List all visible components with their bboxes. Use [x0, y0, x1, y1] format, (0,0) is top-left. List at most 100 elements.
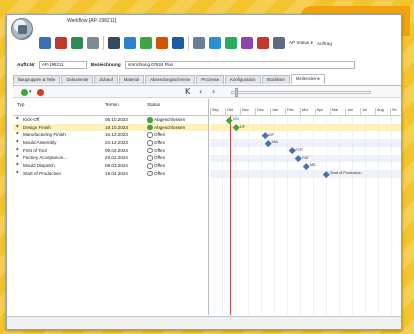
milestone-table: Typ Termin Status ✦ Kick-Off 05.10.2023 Abg… — [13, 99, 209, 315]
save-icon[interactable] — [39, 37, 51, 49]
chart-icon[interactable] — [140, 37, 152, 49]
month-label: Dez — [255, 108, 270, 116]
help-icon[interactable] — [241, 37, 253, 49]
milestone-date: 19.04.2024 — [105, 170, 128, 176]
tab-dokumente[interactable]: Dokumente — [61, 75, 94, 84]
calendar-icon[interactable] — [172, 37, 184, 49]
check-circle-icon — [147, 124, 153, 131]
milestone-date: 08.03.2024 — [105, 163, 128, 169]
gantt-chart: Sep Okt Nov Dez Jan Feb Mrz Apr Mai Jun Jul Aug Se K… — [210, 99, 401, 315]
gantt-row — [210, 131, 401, 139]
grid-icon[interactable] — [193, 37, 205, 49]
month-label: Okt — [225, 108, 240, 116]
milestone-pin-icon: ✦ — [15, 123, 20, 130]
refresh-icon[interactable] — [225, 37, 237, 49]
column-header-status[interactable]: Status — [147, 102, 160, 107]
order-header: Auftr.Nr AP-198211 Bezeichnung Vorrichtu… — [7, 59, 401, 71]
month-label: Sep — [210, 108, 225, 116]
milestone-label: MA — [272, 140, 278, 145]
milestone-label: FOT — [295, 147, 304, 152]
timeline-scroll-track[interactable] — [231, 91, 371, 94]
month-header: Sep Okt Nov Dez Jan Feb Mrz Apr Mai Jun Jul Aug Se — [210, 99, 401, 116]
milestone-status: Abgeschlossen — [154, 124, 186, 130]
edit-icon[interactable] — [55, 37, 67, 49]
table-row[interactable]: ✦ Mould Dispatch 08.03.2024 Offen — [13, 162, 208, 170]
delete-icon[interactable] — [156, 37, 168, 49]
table-row[interactable]: ✦ Design Finish 19.10.2023 Abgeschlossen — [13, 123, 208, 132]
toolbar-separator — [103, 36, 104, 50]
month-label: Mrz — [300, 108, 315, 116]
tab-zubauf[interactable]: Zubauf — [94, 75, 118, 84]
tab-meilensteine[interactable]: Meilensteine — [290, 74, 326, 84]
order-dropdown[interactable]: Auftrag — [317, 41, 332, 46]
copy-icon[interactable] — [71, 37, 83, 49]
gantt-rows: KO DF MF MA FOT FAT MD Start of Production — [210, 116, 401, 315]
milestone-status: Offen — [154, 155, 166, 161]
delete-milestone-icon[interactable] — [37, 89, 44, 96]
tab-absendungsschreine[interactable]: Absendungsschreine — [145, 75, 196, 84]
open-circle-icon — [147, 140, 153, 146]
month-label: Feb — [285, 108, 300, 116]
milestone-label: FAT — [302, 155, 309, 160]
milestone-name: Design Finish — [23, 124, 51, 130]
table-header: Typ Termin Status — [13, 99, 208, 116]
milestone-pin-icon: ✦ — [15, 116, 20, 122]
table-row[interactable]: ✦ Manufacturing Finish 15.12.2023 Offen — [13, 131, 208, 139]
ap-status-dropdown[interactable]: AP Status ▾ — [289, 40, 313, 46]
milestone-date: 23.02.2024 — [105, 155, 128, 161]
chevron-down-icon[interactable]: ▾ — [29, 89, 32, 95]
tab-bar: Baugruppen & Teile Dokumente Zubauf Materia… — [13, 74, 401, 84]
month-label: Mai — [330, 108, 345, 116]
filter-icon[interactable] — [124, 37, 136, 49]
milestone-name: Start of Production — [23, 170, 62, 176]
print-icon[interactable] — [108, 37, 120, 49]
month-label: Nov — [240, 108, 255, 116]
milestone-date: 09.02.2024 — [105, 147, 128, 153]
first-page-icon[interactable]: K — [185, 87, 190, 96]
previous-icon[interactable]: ‹ — [199, 87, 202, 96]
next-icon[interactable]: › — [212, 87, 215, 96]
milestone-date: 19.10.2023 — [105, 124, 128, 130]
open-circle-icon — [147, 163, 153, 169]
column-header-date[interactable]: Termin — [105, 102, 119, 107]
milestone-subtoolbar: ▾ K ‹ › — [13, 85, 401, 98]
tab-stückliste[interactable]: Stückliste — [261, 75, 290, 84]
table-row[interactable]: ✦ Start of Production 19.04.2024 Offen — [13, 170, 208, 178]
gantt-row — [210, 169, 401, 178]
person-icon[interactable] — [257, 37, 269, 49]
table-row[interactable]: ✦ First of Tool 09.02.2024 Offen — [13, 147, 208, 155]
milestone-status: Offen — [154, 132, 166, 138]
order-number-field[interactable]: AP-198211 — [38, 61, 87, 69]
milestone-status: Offen — [154, 140, 166, 146]
column-header-type[interactable]: Typ — [17, 102, 24, 107]
tab-material[interactable]: Material — [118, 75, 145, 84]
gantt-row — [210, 139, 401, 147]
milestone-label: MD — [309, 163, 316, 168]
milestone-status: Abgeschlossen — [154, 117, 186, 122]
settings-icon[interactable] — [209, 37, 221, 49]
milestone-status: Offen — [154, 170, 166, 176]
table-row[interactable]: ✦ Mould Assembly 22.12.2023 Offen — [13, 139, 208, 147]
milestone-name: First of Tool — [23, 147, 47, 153]
month-label: Jan — [270, 108, 285, 116]
milestone-label: Start of Production — [330, 171, 362, 175]
app-window: Werkflow [AP-198211] AP Status ▾ Auftrag … — [6, 14, 402, 330]
export-icon[interactable] — [273, 37, 285, 49]
table-row[interactable]: ✦ Kick-Off 05.10.2023 Abgeschlossen — [13, 116, 208, 124]
tab-konfiguration[interactable]: Konfiguration — [225, 75, 261, 84]
milestone-pin-icon: ✦ — [15, 139, 20, 146]
description-field[interactable]: Vorrichtung 07624 Plus — [124, 61, 355, 69]
milestone-pin-icon: ✦ — [15, 162, 20, 169]
milestone-pin-icon: ✦ — [15, 131, 20, 138]
add-milestone-icon[interactable] — [21, 89, 28, 96]
milestone-name: Factory Acceptance... — [23, 155, 68, 161]
paste-icon[interactable] — [87, 37, 99, 49]
table-row[interactable]: ✦ Factory Acceptance... 23.02.2024 Offen — [13, 154, 208, 162]
tab-baugruppen-teile[interactable]: Baugruppen & Teile — [13, 75, 61, 84]
timeline-scroll-thumb[interactable] — [235, 88, 238, 97]
milestone-pin-icon: ✦ — [15, 169, 20, 176]
open-circle-icon — [147, 155, 153, 161]
app-logo-icon[interactable] — [11, 18, 33, 40]
table-body: ✦ Kick-Off 05.10.2023 Abgeschlossen ✦ Design … — [13, 116, 208, 178]
tab-prozesse[interactable]: Prozesse — [196, 75, 225, 84]
